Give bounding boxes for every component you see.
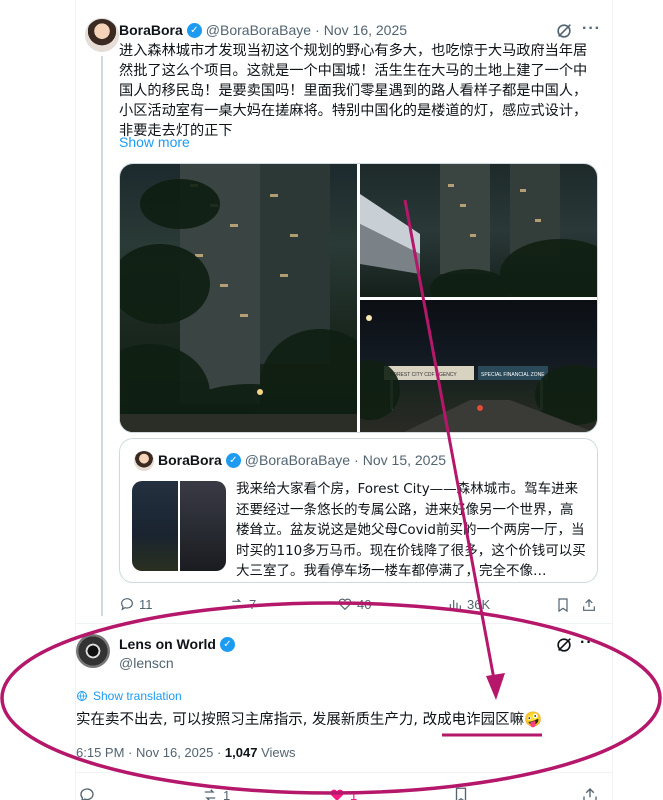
sign-text-financial-zone: SPECIAL FINANCIAL ZONE (481, 372, 545, 378)
like-button[interactable]: 40 (337, 596, 371, 612)
reply-bubble-icon (121, 598, 133, 611)
quote-photo-building[interactable] (180, 481, 226, 571)
analytics-bars-icon (449, 600, 461, 610)
reply-bubble-icon[interactable] (78, 786, 96, 800)
quote-date[interactable]: Nov 15, 2025 (363, 452, 446, 468)
separator-dot: · (315, 22, 320, 38)
reply-button[interactable]: 11 (119, 596, 153, 612)
heart-icon (338, 598, 352, 611)
reply-author-handle[interactable]: @lenscn (119, 655, 174, 671)
more-dots-icon[interactable]: ··· (580, 634, 599, 652)
quote-author-name[interactable]: BoraBora (158, 452, 222, 468)
tweet-text: 进入森林城市才发现当初这个规划的野心有多大，也吃惊于大马政府当年居然批了这么个项… (119, 43, 588, 139)
bookmark-icon[interactable] (452, 786, 470, 800)
quoted-tweet[interactable]: BoraBora ✓ @BoraBoraBaye · Nov 15, 2025 … (119, 438, 598, 583)
view-count: 36K (467, 596, 491, 612)
thread-connector-line (101, 56, 103, 616)
like-count: 40 (357, 596, 372, 612)
more-dots-icon[interactable]: ··· (582, 20, 601, 38)
author-handle[interactable]: @BoraBoraBaye (206, 22, 311, 38)
views-button[interactable]: 36K (447, 596, 490, 612)
reply-header: Lens on World ✓ (119, 636, 239, 652)
verified-badge-icon: ✓ (225, 452, 241, 468)
reply-views-count: 1,047 (224, 745, 258, 760)
reply-avatar[interactable] (76, 634, 110, 668)
reply-actions: 1 1 (76, 786, 599, 800)
quote-text: 我来给大家看个房，Forest City——森林城市。驾车进来还要经过一条悠长的… (236, 481, 586, 579)
repost-button[interactable]: 7 (229, 596, 256, 612)
share-upload-icon[interactable] (581, 786, 599, 800)
verified-badge-icon: ✓ (219, 636, 235, 652)
reply-like-button[interactable]: 1 (328, 786, 357, 800)
reply-repost-button[interactable]: 1 (201, 786, 230, 800)
quote-header: BoraBora ✓ @BoraBoraBaye · Nov 15, 2025 (158, 452, 446, 468)
reply-author-name[interactable]: Lens on World (119, 636, 216, 652)
reply-date[interactable]: Nov 16, 2025 (136, 745, 213, 760)
tweet-header: BoraBora ✓ @BoraBoraBaye · Nov 16, 2025 (119, 22, 407, 38)
author-name[interactable]: BoraBora (119, 22, 183, 38)
heart-icon (330, 789, 344, 800)
quote-photo-night-towers[interactable] (132, 481, 178, 571)
verified-badge-icon: ✓ (186, 22, 202, 38)
photo-towers-palms[interactable] (120, 164, 380, 432)
photo-walkway-towers[interactable] (360, 164, 597, 309)
grok-slash-icon[interactable] (555, 22, 573, 40)
separator-dot: · (354, 452, 359, 468)
photo-road-sign[interactable]: FOREST CITY CDF AGENCY SPECIAL FINANCIAL… (340, 300, 597, 432)
show-translation-link[interactable]: Show translation (76, 689, 182, 703)
reply-text: 实在卖不出去, 可以按照习主席指示, 发展新质生产力, 改成电诈园区嘛🤪 (76, 712, 543, 728)
translate-globe-icon (77, 691, 87, 701)
quote-avatar[interactable] (134, 451, 154, 471)
sign-text-forest-city: FOREST CITY CDF AGENCY (390, 372, 457, 378)
reply-repost-count: 1 (223, 787, 231, 800)
reply-views-label: Views (261, 745, 296, 760)
avatar[interactable] (85, 18, 119, 52)
tweet-actions: 11 7 40 36K (119, 596, 598, 614)
reply-time[interactable]: 6:15 PM (76, 745, 124, 760)
divider (75, 772, 613, 773)
show-translation-label: Show translation (93, 689, 182, 703)
repost-arrows-icon (232, 598, 242, 610)
reply-meta: 6:15 PM · Nov 16, 2025 · 1,047 Views (76, 745, 296, 760)
reply-count: 11 (139, 596, 153, 612)
quote-author-handle[interactable]: @BoraBoraBaye (245, 452, 350, 468)
media-grid[interactable]: FOREST CITY CDF AGENCY SPECIAL FINANCIAL… (119, 163, 598, 433)
grok-slash-icon[interactable] (555, 636, 573, 654)
reply-like-count: 1 (350, 787, 358, 800)
share-upload-icon[interactable] (581, 597, 597, 613)
repost-arrows-icon (204, 789, 216, 800)
show-more-link[interactable]: Show more (119, 134, 190, 150)
quote-media[interactable] (132, 481, 226, 571)
bookmark-icon[interactable] (555, 597, 571, 613)
tweet-date[interactable]: Nov 16, 2025 (324, 22, 407, 38)
repost-count: 7 (249, 596, 257, 612)
divider (75, 623, 613, 624)
